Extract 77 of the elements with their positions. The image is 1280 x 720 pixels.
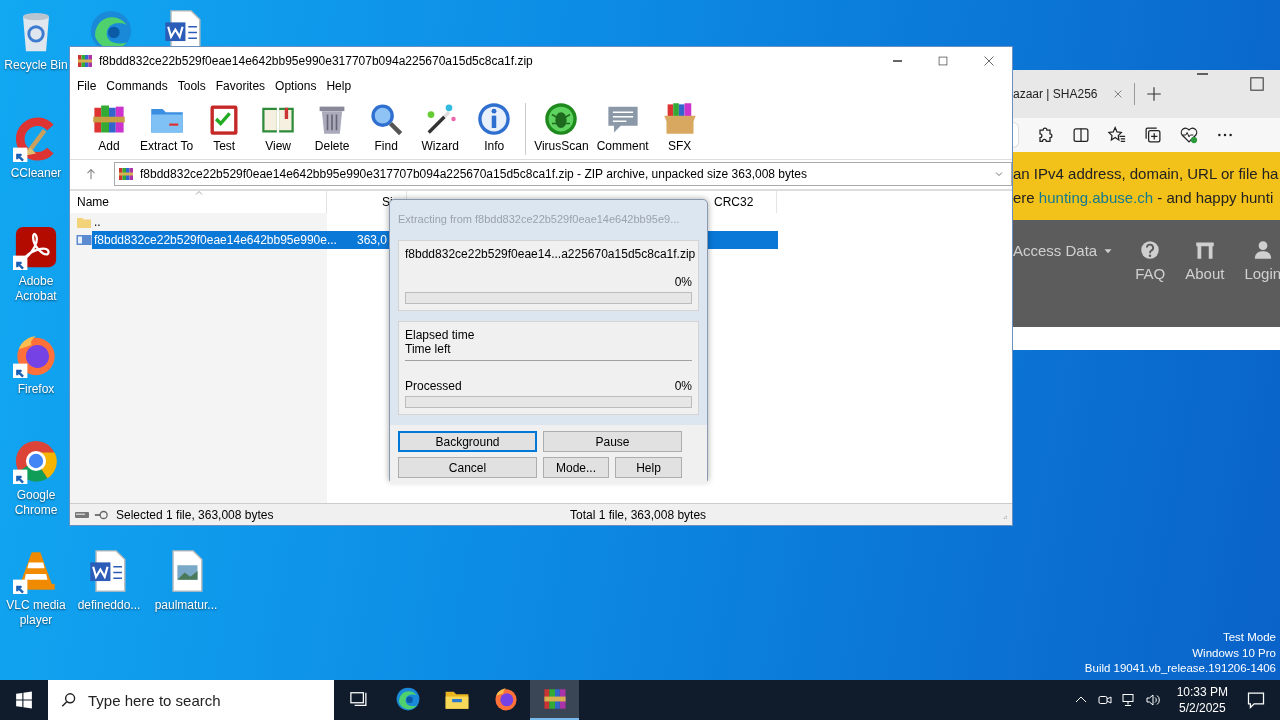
collections-icon[interactable]: [1143, 125, 1163, 145]
maximize-icon: [936, 54, 950, 68]
tab-title: azaar | SHA256: [1013, 87, 1098, 101]
toolbar-button[interactable]: Info: [467, 101, 522, 153]
notifications-icon[interactable]: [1246, 690, 1266, 710]
dialog-title: Extracting from f8bdd832ce22b529f0eae14e642bb95e9...: [398, 212, 681, 227]
chrome-icon[interactable]: [13, 438, 59, 484]
banner-text: ere hunting.abuse.ch - and happy hunti: [1013, 188, 1275, 208]
search-icon: [368, 101, 405, 137]
user-icon: [1252, 240, 1273, 260]
percent-text: 0%: [673, 275, 692, 289]
percent-text: 0%: [674, 379, 692, 393]
firefox-icon: [492, 686, 519, 712]
search-icon: [60, 691, 78, 709]
dialog-button[interactable]: Cancel: [398, 457, 537, 478]
question-icon: [1140, 240, 1161, 260]
dialog-button[interactable]: Background: [398, 431, 537, 452]
volume-icon[interactable]: [1144, 692, 1161, 708]
acrobat-icon[interactable]: [13, 224, 59, 270]
toolbar-button[interactable]: Delete: [305, 101, 360, 153]
archive-icon: [76, 232, 92, 248]
building-icon: [1194, 240, 1215, 260]
menu-item[interactable]: Commands: [101, 79, 173, 93]
search-field[interactable]: Type here to search: [48, 680, 334, 720]
window-title: f8bdd832ce22b529f0eae14e642bb95e990e317707b094a225670a15d5c8ca1f.zip: [99, 54, 533, 68]
windows-logo-icon: [15, 691, 33, 709]
banner-text: an IPv4 address, domain, URL or file ha: [1013, 164, 1280, 184]
menu-item[interactable]: Options: [270, 79, 322, 93]
bug-icon: [543, 101, 580, 137]
toolbar-button[interactable]: SFX: [652, 101, 707, 153]
minimize-icon: [892, 60, 902, 62]
toolbar-button[interactable]: View: [251, 101, 306, 153]
up-arrow-icon[interactable]: [84, 166, 98, 181]
table-cell-text: 363,0: [355, 233, 387, 247]
menu-item[interactable]: Tools: [172, 79, 211, 93]
time-label: Elapsed time: [405, 328, 476, 342]
processed-label: Processed: [405, 379, 462, 393]
heart-icon[interactable]: [1179, 125, 1199, 145]
status-text: Total 1 file, 363,008 bytes: [570, 507, 708, 522]
dialog-button[interactable]: Pause: [543, 431, 682, 452]
info-icon: [476, 101, 513, 137]
time-text: 10:33 PM: [1176, 684, 1228, 700]
system-info-text: Build 19041.vb_release.191206-1406: [1084, 661, 1276, 676]
toolbar-button[interactable]: Find: [359, 101, 414, 153]
edge-icon: [394, 686, 421, 712]
menu-item[interactable]: File: [72, 79, 102, 93]
menu-item[interactable]: Favorites: [210, 79, 271, 93]
toolbar-button[interactable]: Add: [82, 101, 136, 153]
toolbar-button[interactable]: VirusScan: [530, 101, 593, 153]
nav-link[interactable]: Login: [1244, 240, 1280, 282]
nav-link[interactable]: About: [1185, 240, 1225, 282]
date-text: 5/2/2025: [1178, 700, 1226, 716]
split-screen-icon[interactable]: [1071, 125, 1091, 145]
clock[interactable]: 10:33 PM 5/2/2025: [1176, 684, 1228, 716]
favorites-icon[interactable]: [1107, 125, 1127, 145]
table-cell-text: f8bdd832ce22b529f0eae14e642bb95e990e...: [93, 233, 338, 247]
nav-link[interactable]: FAQ: [1135, 240, 1166, 282]
books-icon: [77, 53, 93, 69]
toolbar-button[interactable]: Extract To: [136, 101, 198, 153]
task-view-icon: [348, 689, 369, 709]
toolbar-button[interactable]: Comment: [592, 101, 653, 153]
dialog-button[interactable]: Mode...: [543, 457, 609, 478]
plus-icon[interactable]: [1144, 85, 1163, 103]
books-icon: [118, 165, 134, 182]
status-text: Selected 1 file, 363,008 bytes: [116, 507, 275, 522]
dialog-button[interactable]: Help: [615, 457, 682, 478]
menu-item[interactable]: Help: [321, 79, 357, 93]
network-icon[interactable]: [1120, 692, 1137, 708]
column-header[interactable]: Name: [70, 191, 327, 213]
books-icon: [541, 686, 568, 712]
system-info-text: Test Mode: [1221, 630, 1276, 645]
toolbar-button[interactable]: Wizard: [413, 101, 468, 153]
nav-menu-item[interactable]: Access Data: [1013, 242, 1116, 259]
time-label: Time left: [405, 342, 452, 356]
toolbar-button[interactable]: Test: [197, 101, 252, 153]
system-info-text: Windows 10 Pro: [1191, 645, 1276, 661]
path-field[interactable]: f8bdd832ce22b529f0eae14e642bb95e990e317707b094a225670a15d5c8ca1f.zip - ZIP archive, unpacked size 363,008 bytes: [114, 161, 1012, 186]
